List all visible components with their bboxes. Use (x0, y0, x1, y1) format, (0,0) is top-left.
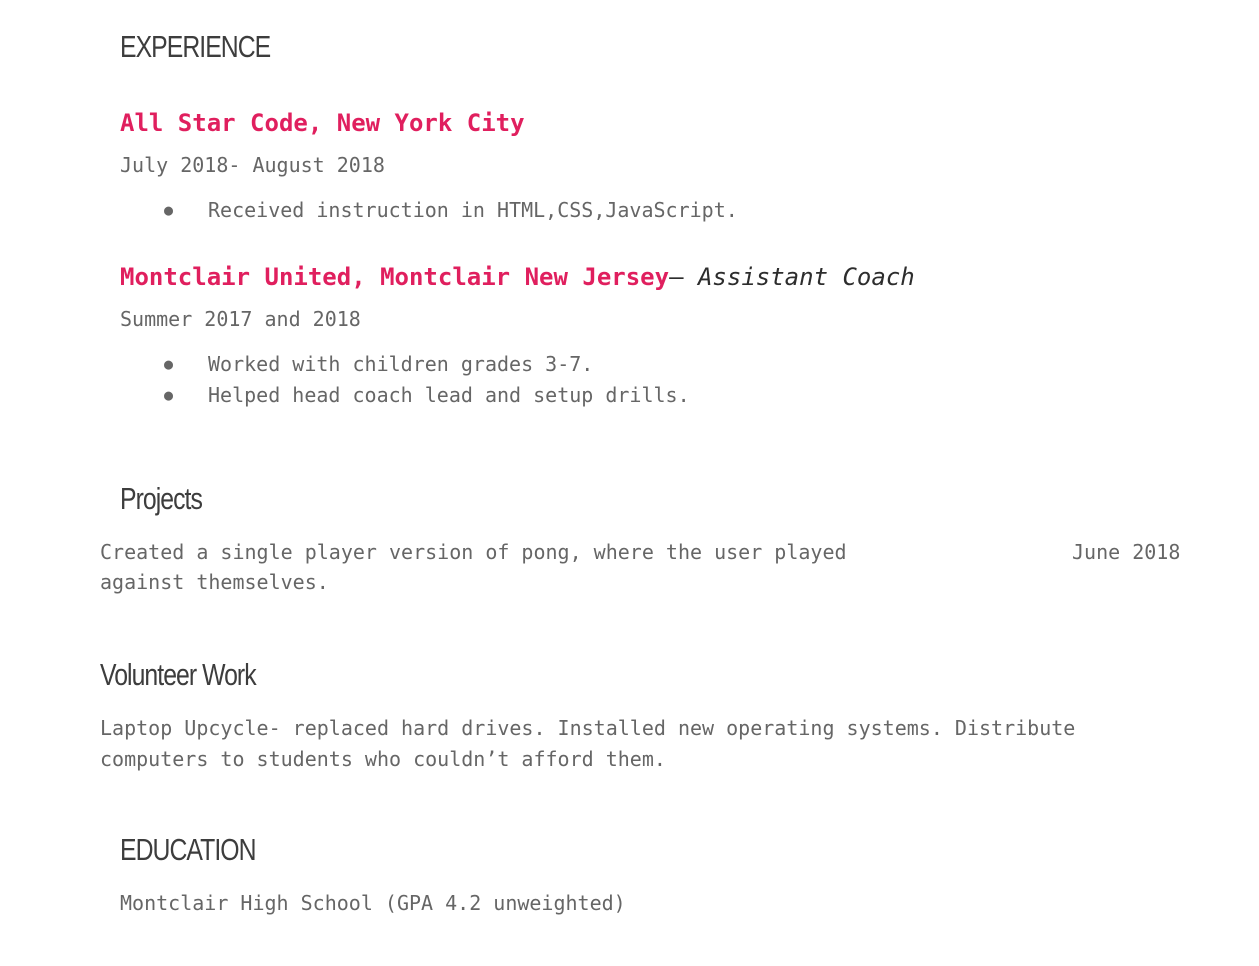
job-bullets: Worked with children grades 3-7. Helped … (120, 349, 690, 411)
project-description-line-2: against themselves. (100, 570, 329, 594)
resume-page: { "experience": { "heading": "EXPERIENCE… (0, 0, 1259, 966)
job-role: Assistant Coach (697, 263, 915, 291)
job-org: All Star Code, New York City (120, 109, 525, 137)
volunteer-description-line-1: Laptop Upcycle- replaced hard drives. In… (100, 716, 1076, 740)
job-title-montclair-united: Montclair United, Montclair New Jersey— … (120, 261, 915, 293)
job-bullets: Received instruction in HTML,CSS,JavaScr… (120, 195, 738, 226)
list-item: Received instruction in HTML,CSS,JavaScr… (120, 195, 738, 226)
volunteer-description-line-2: computers to students who couldn’t affor… (100, 747, 666, 771)
project-description-line-1: Created a single player version of pong,… (100, 540, 847, 564)
projects-heading: Projects (120, 481, 203, 516)
volunteer-heading: Volunteer Work (100, 657, 257, 692)
job-title-all-star-code: All Star Code, New York City (120, 107, 525, 139)
list-item: Helped head coach lead and setup drills. (120, 380, 690, 411)
job-separator: — (669, 263, 698, 291)
experience-heading: EXPERIENCE (120, 29, 271, 64)
education-school: Montclair High School (GPA 4.2 unweighte… (120, 891, 626, 915)
education-heading: EDUCATION (120, 832, 257, 867)
list-item: Worked with children grades 3-7. (120, 349, 690, 380)
job-dates: July 2018- August 2018 (120, 153, 385, 177)
project-date: June 2018 (1072, 540, 1181, 564)
job-dates: Summer 2017 and 2018 (120, 307, 361, 331)
job-org: Montclair United, Montclair New Jersey (120, 263, 670, 291)
